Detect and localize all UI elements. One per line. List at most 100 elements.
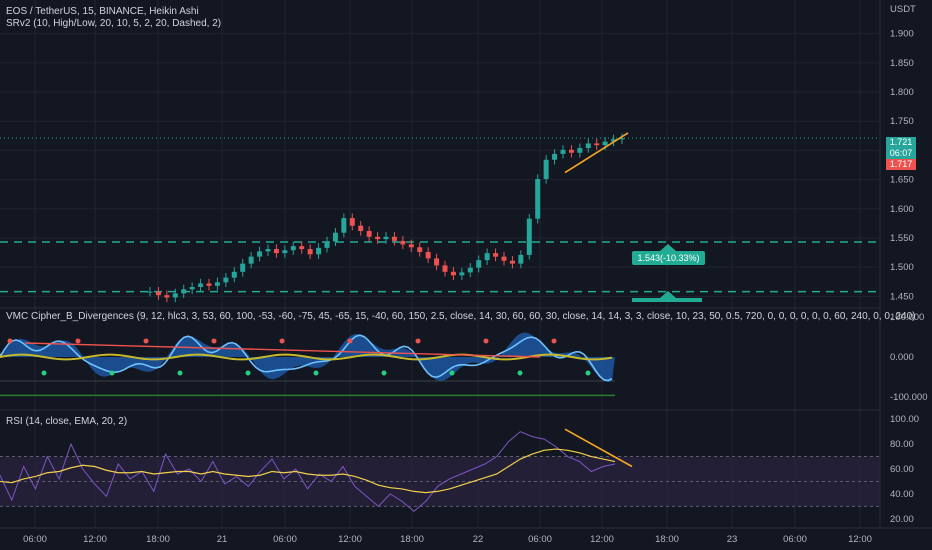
time-tick-label: 18:00 bbox=[400, 534, 424, 545]
candle-body bbox=[383, 236, 389, 240]
candle-body bbox=[467, 267, 473, 273]
vmc-legend[interactable]: VMC Cipher_B_Divergences (9, 12, hlc3, 3… bbox=[6, 311, 915, 322]
price-tick-label: 1.900 bbox=[890, 29, 914, 40]
time-tick-label: 06:00 bbox=[273, 534, 297, 545]
last-price-tag: 1.721 bbox=[886, 137, 916, 148]
srv2-legend[interactable]: SRv2 (10, High/Low, 20, 10, 5, 2, 20, Da… bbox=[6, 18, 221, 29]
price-tick-label: 1.800 bbox=[890, 87, 914, 98]
candle-body bbox=[341, 218, 347, 233]
vmc-tick-label: 0.000 bbox=[890, 352, 914, 363]
rsi-pane bbox=[0, 428, 880, 512]
symbol-legend[interactable]: EOS / TetherUS, 15, BINANCE, Heikin Ashi bbox=[6, 6, 199, 17]
candle-body bbox=[181, 289, 187, 294]
time-axis[interactable]: 06:00 12:00 18:00 21 06:00 12:00 18:00 22 06:00 1… bbox=[23, 534, 872, 545]
vmc-signal-dot bbox=[517, 370, 523, 376]
price-tick-label: 1.550 bbox=[890, 233, 914, 244]
price-tick-label: 1.650 bbox=[890, 175, 914, 186]
time-tick-label: 18:00 bbox=[146, 534, 170, 545]
candle-body bbox=[493, 253, 499, 257]
vmc-signal-dot bbox=[245, 370, 251, 376]
candle-body bbox=[332, 232, 338, 242]
time-tick-label: 21 bbox=[217, 534, 228, 545]
vmc-signal-dot bbox=[109, 370, 115, 376]
time-tick-label: 06:00 bbox=[23, 534, 47, 545]
candle-body bbox=[434, 258, 440, 266]
candle-body bbox=[257, 251, 263, 257]
candle-body bbox=[189, 286, 195, 290]
price-tick-label: 1.850 bbox=[890, 58, 914, 69]
candle-body bbox=[484, 253, 490, 261]
candle-body bbox=[602, 141, 608, 146]
candle-body bbox=[518, 254, 524, 264]
candle-body bbox=[450, 271, 456, 276]
sr-marker bbox=[660, 244, 676, 251]
candle-body bbox=[391, 236, 397, 241]
vmc-signal-dot bbox=[415, 338, 421, 344]
candle-body bbox=[577, 148, 583, 153]
candle-body bbox=[543, 159, 549, 180]
candle-body bbox=[223, 277, 229, 283]
candle-body bbox=[307, 249, 313, 255]
candle-body bbox=[417, 247, 423, 252]
candle-body bbox=[594, 143, 600, 146]
vmc-signal-dot bbox=[211, 338, 217, 344]
vmc-signal-dot bbox=[313, 370, 319, 376]
support-resistance-lines bbox=[0, 137, 880, 302]
candle-body bbox=[265, 249, 271, 252]
candle-body bbox=[366, 230, 372, 237]
candle-body bbox=[214, 282, 220, 286]
vmc-signal-dot bbox=[143, 338, 149, 344]
low-price-tag: 1.717 bbox=[886, 159, 916, 170]
time-tick-label: 18:00 bbox=[655, 534, 679, 545]
vmc-signal-dot bbox=[177, 370, 183, 376]
candle-body bbox=[552, 153, 558, 160]
candle-body bbox=[442, 265, 448, 272]
price-tick-label: 1.500 bbox=[890, 262, 914, 273]
candle-body bbox=[535, 179, 541, 219]
rsi-legend[interactable]: RSI (14, close, EMA, 20, 2) bbox=[6, 416, 127, 427]
vmc-signal-dot bbox=[449, 370, 455, 376]
candle-body bbox=[509, 260, 515, 264]
candle-body bbox=[206, 283, 212, 286]
vmc-signal-dot bbox=[585, 370, 591, 376]
candle-body bbox=[324, 241, 330, 248]
candle-body bbox=[585, 143, 591, 149]
candle-body bbox=[358, 225, 364, 231]
countdown-tag: 06:07 bbox=[886, 148, 916, 159]
vmc-signal-dot bbox=[75, 338, 81, 344]
time-tick-label: 06:00 bbox=[783, 534, 807, 545]
vmc-signal-dot bbox=[279, 338, 285, 344]
grid-lines bbox=[0, 0, 932, 529]
price-tick-label: 1.450 bbox=[890, 291, 914, 302]
candle-body bbox=[408, 244, 414, 248]
candle-body bbox=[299, 246, 305, 250]
candle-body bbox=[282, 250, 288, 254]
time-tick-label: 12:00 bbox=[848, 534, 872, 545]
candle-body bbox=[375, 236, 381, 240]
rsi-tick-label: 20.00 bbox=[890, 514, 914, 525]
vmc-signal-dot bbox=[551, 338, 557, 344]
time-tick-label: 23 bbox=[727, 534, 738, 545]
vmc-signal-dot bbox=[41, 370, 47, 376]
candle-body bbox=[560, 149, 566, 154]
candle-body bbox=[155, 291, 161, 296]
price-tick-label: 1.600 bbox=[890, 204, 914, 215]
candle-body bbox=[172, 293, 178, 298]
rsi-tick-label: 100.00 bbox=[890, 414, 919, 425]
time-tick-label: 12:00 bbox=[83, 534, 107, 545]
sr-percent-label: 1.543(-10.33%) bbox=[632, 251, 705, 265]
time-tick-label: 22 bbox=[473, 534, 484, 545]
chart-window: { "header": { "symbol_line": "EOS / Teth… bbox=[0, 0, 932, 550]
candle-body bbox=[198, 283, 204, 287]
price-axis[interactable]: USDT1.9001.8501.8001.7501.7001.6501.6001… bbox=[890, 4, 928, 525]
vmc-signal-dot bbox=[483, 338, 489, 344]
rsi-tick-label: 60.00 bbox=[890, 464, 914, 475]
vmc-tick-label: -100.000 bbox=[890, 392, 928, 403]
time-tick-label: 06:00 bbox=[528, 534, 552, 545]
chart-canvas[interactable]: USDT1.9001.8501.8001.7501.7001.6501.6001… bbox=[0, 0, 932, 550]
candle-body bbox=[459, 272, 465, 276]
candle-body bbox=[568, 149, 574, 153]
candle-body bbox=[526, 218, 532, 255]
candles bbox=[147, 132, 629, 303]
candle-body bbox=[425, 251, 431, 259]
